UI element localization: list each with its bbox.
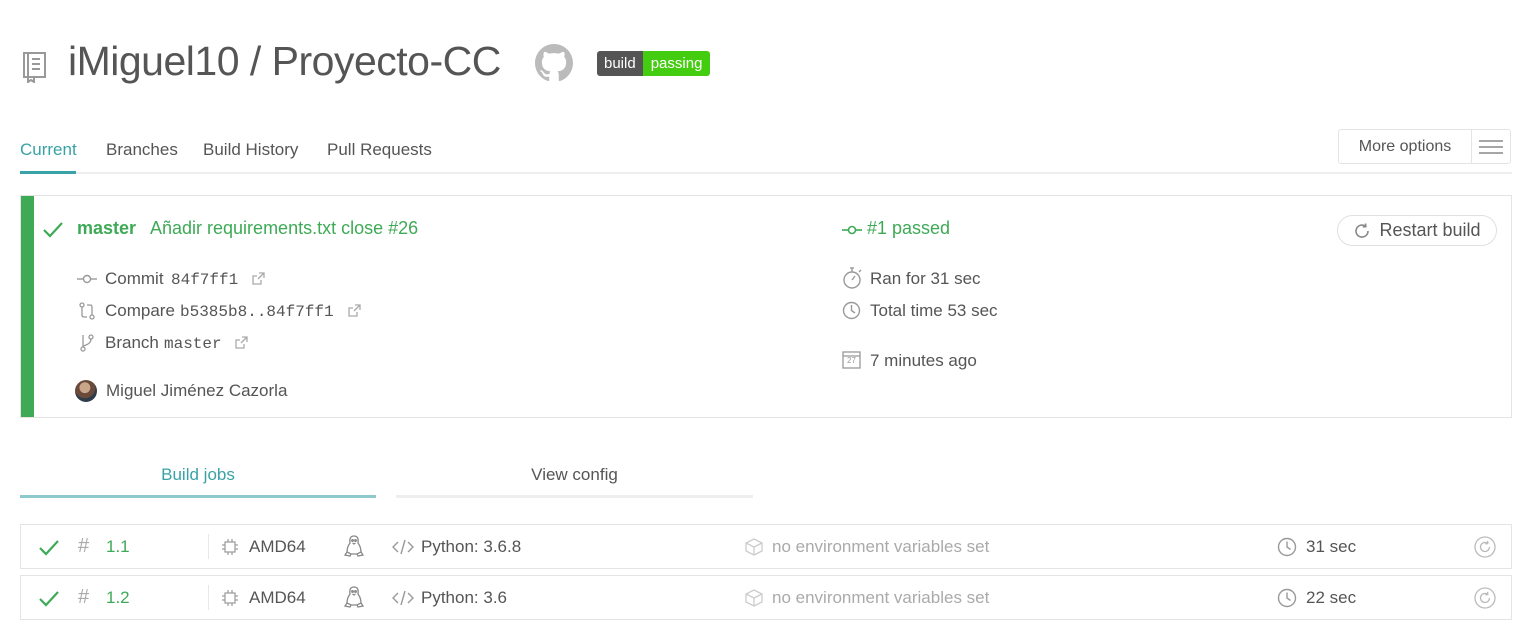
env-box-icon	[744, 588, 764, 608]
more-options-button[interactable]: More options	[1338, 129, 1511, 164]
commit-sha[interactable]: 84f7ff1	[171, 271, 238, 289]
restart-build-button[interactable]: Restart build	[1337, 215, 1497, 246]
hash-icon: #	[78, 586, 90, 608]
hash-icon: #	[78, 535, 90, 557]
tab-view-config[interactable]: View config	[396, 465, 753, 485]
calendar-icon: 27	[842, 350, 861, 369]
compare-icon	[79, 302, 95, 320]
cpu-icon	[221, 538, 239, 556]
commit-message[interactable]: Añadir requirements.txt close #26	[150, 218, 418, 239]
job-env: no environment variables set	[772, 537, 990, 556]
repo-title[interactable]: iMiguel10 / Proyecto-CC	[68, 38, 501, 85]
tab-current[interactable]: Current	[20, 140, 77, 160]
env-box-icon	[744, 537, 764, 557]
job-divider	[208, 585, 209, 610]
badge-label: build	[597, 51, 643, 76]
build-status-badge[interactable]: build passing	[597, 51, 711, 76]
external-link-icon[interactable]	[252, 272, 265, 285]
commit-icon	[77, 272, 97, 286]
clock-icon	[1277, 588, 1297, 608]
view-config-underline	[396, 495, 753, 498]
calendar-day: 27	[847, 356, 856, 365]
build-jobs-underline	[20, 495, 376, 498]
ran-for: Ran for 31 sec	[870, 269, 981, 288]
job-arch: AMD64	[249, 588, 306, 607]
cpu-icon	[221, 589, 239, 607]
stopwatch-icon	[842, 266, 864, 290]
tabs-divider	[20, 172, 1512, 174]
check-icon	[42, 220, 64, 240]
tab-pull-requests[interactable]: Pull Requests	[327, 140, 432, 160]
job-duration: 22 sec	[1306, 588, 1357, 607]
restart-job-icon[interactable]	[1474, 536, 1496, 558]
repo-icon	[22, 51, 48, 83]
tab-build-history[interactable]: Build History	[203, 140, 298, 160]
commit-label: Commit	[105, 269, 164, 288]
author-name: Miguel Jiménez Cazorla	[106, 381, 288, 400]
job-language: Python: 3.6.8	[421, 537, 522, 556]
job-duration: 31 sec	[1306, 537, 1357, 556]
tab-current-underline	[20, 171, 76, 174]
branch-icon	[80, 334, 94, 352]
linux-icon	[344, 534, 364, 558]
restart-label: Restart build	[1379, 220, 1481, 240]
branch-value[interactable]: master	[164, 335, 222, 353]
compare-label: Compare	[105, 301, 175, 320]
code-icon	[392, 590, 414, 606]
hamburger-icon	[1472, 139, 1510, 155]
job-language: Python: 3.6	[421, 588, 508, 607]
commit-node-icon	[842, 223, 862, 237]
branch-label: Branch	[105, 333, 159, 352]
finished-ago: 7 minutes ago	[870, 351, 977, 370]
job-arch: AMD64	[249, 537, 306, 556]
restart-job-icon[interactable]	[1474, 587, 1496, 609]
check-icon	[38, 538, 60, 558]
status-stripe	[21, 196, 34, 417]
tab-build-jobs[interactable]: Build jobs	[20, 465, 376, 485]
job-divider	[208, 534, 209, 559]
job-number[interactable]: 1.2	[106, 588, 130, 608]
job-env: no environment variables set	[772, 588, 990, 607]
restart-icon	[1353, 222, 1371, 240]
github-icon[interactable]	[535, 44, 573, 82]
total-time: Total time 53 sec	[870, 301, 998, 320]
branch-name[interactable]: master	[77, 218, 136, 239]
check-icon	[38, 589, 60, 609]
external-link-icon[interactable]	[235, 336, 248, 349]
external-link-icon[interactable]	[348, 304, 361, 317]
compare-range[interactable]: b5385b8..84f7ff1	[180, 303, 334, 321]
clock-icon	[842, 301, 861, 320]
job-number[interactable]: 1.1	[106, 537, 130, 557]
badge-status: passing	[642, 51, 711, 76]
avatar	[75, 380, 97, 402]
build-status[interactable]: #1 passed	[867, 218, 950, 239]
linux-icon	[344, 585, 364, 609]
code-icon	[392, 539, 414, 555]
clock-icon	[1277, 537, 1297, 557]
tab-branches[interactable]: Branches	[106, 140, 178, 160]
more-options-label: More options	[1358, 137, 1452, 155]
